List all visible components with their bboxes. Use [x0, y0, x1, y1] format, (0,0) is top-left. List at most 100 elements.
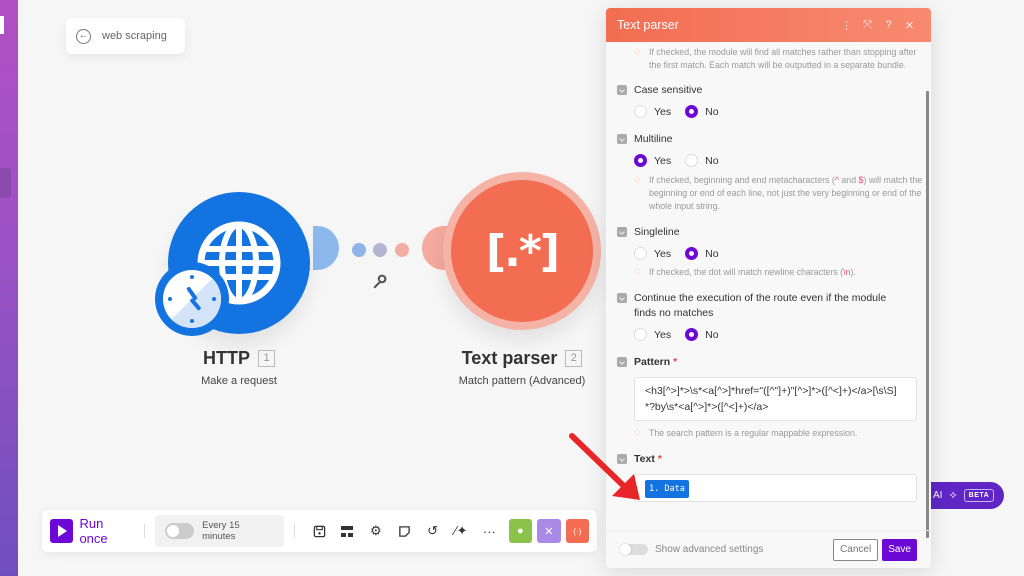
schedule-label: Every 15 minutes	[202, 520, 240, 542]
notes-icon[interactable]	[390, 519, 418, 543]
panel-body[interactable]: ♢ If checked, the module will find all m…	[606, 42, 931, 530]
singleline-yes-radio[interactable]: Yes	[634, 247, 671, 260]
save-icon[interactable]	[305, 519, 333, 543]
advanced-settings-label: Show advanced settings	[655, 544, 764, 555]
lightbulb-icon: ♢	[633, 267, 642, 278]
field-label: Singleline	[634, 226, 680, 238]
text-field: Text * 1. Data	[617, 452, 931, 502]
text-parser-module-label: Text parser 2 Match pattern (Advanced)	[436, 348, 608, 387]
multiline-yes-radio[interactable]: Yes	[634, 154, 671, 167]
text-parser-button[interactable]: (·)	[565, 519, 590, 543]
lightbulb-icon: ♢	[633, 47, 642, 58]
pattern-input[interactable]: <h3[^>]*>\s*<a[^>]*href="([^"]+)"[^>]*>(…	[634, 377, 917, 421]
advanced-settings-toggle[interactable]	[620, 544, 648, 555]
lightbulb-icon: ♢	[633, 428, 642, 439]
auto-align-icon[interactable]: ⁄✦	[447, 519, 475, 543]
field-label: Text *	[634, 453, 662, 465]
schedule-toggle[interactable]	[164, 523, 195, 539]
flow-control-button[interactable]: ✕	[537, 519, 561, 543]
tools-button[interactable]: ●	[508, 519, 533, 543]
module-number-badge: 2	[565, 350, 583, 367]
play-icon	[50, 519, 74, 543]
scenario-name[interactable]: web scraping	[102, 30, 167, 42]
schedule-clock-badge[interactable]	[155, 262, 229, 336]
more-icon[interactable]: ···	[475, 519, 503, 543]
crossed-arrows-icon: ✕	[544, 525, 554, 538]
multiline-field: Multiline Yes No ♢ If checked, beginning…	[617, 132, 931, 213]
field-label: Multiline	[634, 133, 673, 145]
continue-no-radio[interactable]: No	[685, 328, 719, 341]
field-label: Case sensitive	[634, 84, 703, 96]
field-label: Continue the execution of the route even…	[634, 292, 887, 319]
regex-icon: (·)	[573, 526, 582, 536]
panel-title: Text parser	[617, 18, 679, 32]
collapse-icon[interactable]	[617, 227, 627, 237]
tools-icon: ●	[517, 525, 524, 537]
regex-icon: [.*]	[486, 225, 560, 277]
cancel-button[interactable]: Cancel	[833, 538, 879, 561]
mapped-variable-pill[interactable]: 1. Data	[645, 480, 689, 498]
left-sidebar	[0, 0, 18, 576]
http-module-label: HTTP 1 Make a request	[168, 348, 310, 387]
module-number-badge: 1	[258, 350, 275, 367]
close-icon[interactable]: ✕	[899, 19, 920, 32]
divider	[293, 524, 295, 538]
continue-on-no-match-field: Continue the execution of the route even…	[617, 291, 931, 341]
global-match-hint: ♢ If checked, the module will find all m…	[617, 46, 931, 72]
settings-icon[interactable]: ⚙	[362, 519, 390, 543]
collapse-icon[interactable]	[617, 293, 627, 303]
multiline-no-radio[interactable]: No	[685, 154, 719, 167]
wrench-icon[interactable]	[372, 274, 387, 293]
ai-label: AI	[933, 490, 943, 501]
singleline-no-radio[interactable]: No	[685, 247, 719, 260]
hint-text: If checked, the module will find all mat…	[649, 47, 917, 70]
arrow-left-circle-icon[interactable]: ←	[76, 28, 91, 44]
undo-icon[interactable]: ↺	[418, 519, 446, 543]
schedule-control[interactable]: Every 15 minutes	[154, 515, 284, 547]
clock-icon	[163, 270, 221, 328]
case-sensitive-no-radio[interactable]: No	[685, 105, 719, 118]
divider	[143, 524, 145, 538]
run-once-label: Run once	[79, 516, 108, 546]
sparkle-icon: ✧	[948, 490, 958, 502]
case-sensitive-yes-radio[interactable]: Yes	[634, 105, 671, 118]
sidebar-edge	[0, 16, 4, 34]
singleline-field: Singleline Yes No ♢ If checked, the dot …	[617, 225, 931, 279]
panel-scrollbar[interactable]	[926, 91, 929, 538]
collapse-icon[interactable]	[617, 134, 627, 144]
beta-badge: BETA	[963, 489, 995, 502]
text-parser-module[interactable]: [.*]	[451, 180, 593, 322]
bottom-toolbar: Run once Every 15 minutes ⚙ ↺ ⁄✦ ··· ● ✕…	[42, 510, 597, 552]
pattern-field: Pattern * <h3[^>]*>\s*<a[^>]*href="([^"]…	[617, 355, 931, 440]
help-icon[interactable]: ?	[878, 19, 899, 31]
save-button[interactable]: Save	[882, 538, 917, 561]
text-input[interactable]: 1. Data	[634, 474, 917, 502]
module-name: HTTP	[203, 348, 250, 368]
singleline-hint: ♢ If checked, the dot will match newline…	[633, 267, 856, 278]
module-subtitle: Match pattern (Advanced)	[458, 375, 586, 387]
pattern-hint: ♢ The search pattern is a regular mappab…	[633, 428, 858, 439]
collapse-icon[interactable]	[617, 85, 627, 95]
continue-yes-radio[interactable]: Yes	[634, 328, 671, 341]
scenario-header: ← web scraping	[66, 18, 185, 54]
ai-assistant-button[interactable]: AI ✧ BETA	[931, 482, 1004, 509]
flow-control-icon[interactable]	[333, 519, 361, 543]
lightbulb-icon: ♢	[633, 175, 642, 186]
module-settings-panel: Text parser ⋮ ⤧ ? ✕ ♢ If checked, the mo…	[606, 8, 931, 568]
maximize-icon[interactable]: ⤧	[857, 19, 878, 32]
collapse-icon[interactable]	[617, 357, 627, 367]
sidebar-active-item[interactable]	[0, 168, 11, 198]
panel-footer: Show advanced settings Cancel Save	[606, 530, 931, 568]
route-dot[interactable]	[373, 243, 387, 257]
field-label: Pattern *	[634, 356, 678, 368]
case-sensitive-field: Case sensitive Yes No	[617, 83, 931, 118]
route-dot[interactable]	[352, 243, 366, 257]
more-vertical-icon[interactable]: ⋮	[836, 19, 857, 32]
module-subtitle: Make a request	[201, 375, 277, 387]
module-name: Text parser	[461, 348, 558, 368]
run-once-button[interactable]: Run once	[50, 516, 134, 546]
panel-header: Text parser ⋮ ⤧ ? ✕	[606, 8, 931, 42]
collapse-icon[interactable]	[617, 454, 627, 464]
multiline-hint: ♢ If checked, beginning and end metachar…	[633, 175, 923, 211]
route-dot[interactable]	[395, 243, 409, 257]
